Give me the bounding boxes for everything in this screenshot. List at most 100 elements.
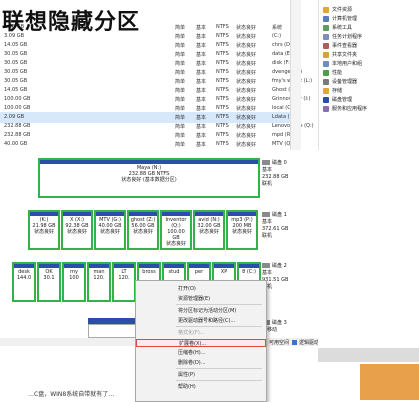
partition-block[interactable]: Maya (N:) 232.88 GB NTFS 状态良好 (基本数据分区) xyxy=(38,158,260,198)
tree-item[interactable]: 事件查看器 xyxy=(323,42,357,51)
table-scrollbar[interactable] xyxy=(290,0,301,150)
partition-header-bar xyxy=(164,264,184,268)
tree-item[interactable]: 设备管理器 xyxy=(323,78,357,87)
tree-item[interactable]: 存储 xyxy=(323,87,342,96)
volume-status: 状态良好 xyxy=(236,25,257,31)
disk-title: 磁盘 2 xyxy=(272,263,287,269)
context-menu-item[interactable]: 格式化(F)... xyxy=(136,329,266,337)
partition-line: 100.00 GB xyxy=(167,229,185,241)
partition-block[interactable]: desk 144.0 xyxy=(12,262,36,302)
partition-header-bar xyxy=(228,212,256,216)
partition-info: X (X:) 92.38 GB 状态良好 xyxy=(64,217,90,235)
partition-line: 100 xyxy=(69,275,79,281)
partition-line: 状态良好 xyxy=(198,229,219,235)
volume-type: 基本 xyxy=(196,97,207,103)
disk-type: 基本 xyxy=(262,270,273,276)
image-strip xyxy=(318,348,419,362)
volume-filesystem: NTFS xyxy=(216,24,229,30)
partition-block[interactable]: (K:) 21.98 GB 状态良好 xyxy=(28,210,60,250)
partition-info: LT 120. xyxy=(115,269,133,281)
tree-item[interactable]: 任务计划程序 xyxy=(323,33,362,42)
tree-item[interactable]: 性能 xyxy=(323,69,342,78)
volume-type: 基本 xyxy=(196,70,207,76)
volume-type: 基本 xyxy=(196,106,207,112)
partition-line: per xyxy=(194,269,204,275)
volume-name: 系统 xyxy=(272,25,283,31)
tree-item[interactable]: 系统工具 xyxy=(323,24,352,33)
menu-separator xyxy=(176,326,262,327)
partition-info: per xyxy=(190,269,208,275)
partition-block[interactable]: Inventor (Q:) 100.00 GB 状态良好 xyxy=(160,210,192,250)
volume-layout: 简单 xyxy=(175,88,186,94)
volume-layout: 简单 xyxy=(175,106,186,112)
partition-line: bross xyxy=(142,269,156,275)
legend-swatch xyxy=(292,340,297,345)
partition-header-bar xyxy=(195,212,223,216)
volume-capacity: 14.05 GB xyxy=(4,42,28,48)
tree-node-icon xyxy=(323,6,329,13)
disk-size: 232.88 GB xyxy=(262,174,289,180)
partition-info: desk 144.0 xyxy=(15,269,33,281)
tree-item-label: 共享文件夹 xyxy=(332,52,358,58)
volume-capacity: 232.88 GB xyxy=(4,123,31,129)
context-menu-item[interactable]: 属性(P) xyxy=(136,371,266,379)
volume-capacity: 30.05 GB xyxy=(4,69,28,75)
partition-line: 状态良好 xyxy=(99,229,120,235)
volume-filesystem: NTFS xyxy=(216,141,229,147)
context-menu-item[interactable]: 扩展卷(X)... xyxy=(136,339,266,347)
tree-node-icon xyxy=(323,105,329,112)
volume-status: 状态良好 xyxy=(236,61,257,67)
partition-line: 状态良好 xyxy=(66,229,87,235)
partition-block[interactable]: LT 120. xyxy=(112,262,136,302)
volume-filesystem: NTFS xyxy=(216,69,229,75)
volume-capacity: 2.09 GB xyxy=(4,114,25,120)
context-menu-item[interactable]: 打开(O) xyxy=(136,285,266,293)
disk-status: 联机 xyxy=(262,181,273,187)
partition-header-bar xyxy=(30,212,58,216)
volume-row[interactable]: 40.00 GB 简单 基本 NTFS 状态良好 MTV (Q:) xyxy=(0,139,300,150)
volume-layout: 简单 xyxy=(175,70,186,76)
context-menu-item[interactable]: 更改驱动器号和路径(C)... xyxy=(136,317,266,325)
partition-header-bar xyxy=(139,264,159,268)
volume-status: 状态良好 xyxy=(236,97,257,103)
tree-item[interactable]: 磁盘管理 xyxy=(323,96,352,105)
tree-item[interactable]: 服务和应用程序 xyxy=(323,105,367,114)
disk-status: 联机 xyxy=(262,284,273,290)
context-menu-item[interactable]: 压缩卷(H)... xyxy=(136,349,266,357)
partition-header-bar xyxy=(14,264,34,268)
volume-layout: 简单 xyxy=(175,43,186,49)
context-menu-item[interactable]: 帮助(H) xyxy=(136,383,266,391)
context-menu-item[interactable]: 将分区标记为活动分区(M) xyxy=(136,307,266,315)
partition-block[interactable]: man 120. xyxy=(87,262,111,302)
context-menu-item[interactable]: 删除卷(D)... xyxy=(136,359,266,367)
partition-block[interactable]: MTV (G:) 40.00 GB 状态良好 xyxy=(94,210,126,250)
volume-status: 状态良好 xyxy=(236,52,257,58)
volume-type: 基本 xyxy=(196,25,207,31)
partition-block[interactable]: OK 30.1 xyxy=(37,262,61,302)
partition-line: 状态良好 xyxy=(231,229,252,235)
volume-layout: 简单 xyxy=(175,34,186,40)
partition-block[interactable]: avid (N:) 32.00 GB 状态良好 xyxy=(193,210,225,250)
disk-type: 可移动 xyxy=(262,327,278,333)
tree-item-label: 磁盘管理 xyxy=(332,97,353,103)
tree-node-icon xyxy=(323,69,329,76)
partition-info: bross xyxy=(140,269,158,275)
context-menu-item[interactable]: 资源管理器(E) xyxy=(136,295,266,303)
menu-separator xyxy=(176,380,262,381)
tree-item[interactable]: 文件资源 xyxy=(323,6,352,15)
partition-block[interactable]: X (X:) 92.38 GB 状态良好 xyxy=(61,210,93,250)
partition-line: 状态良好 xyxy=(33,229,54,235)
tree-item[interactable]: 计算机管理 xyxy=(323,15,357,24)
volume-filesystem: NTFS xyxy=(216,96,229,102)
partition-block[interactable]: mp3 (P:) 200 MB 状态良好 xyxy=(226,210,258,250)
volume-status: 状态良好 xyxy=(236,106,257,112)
volume-capacity: 100.00 GB xyxy=(4,105,31,111)
volume-status: 状态良好 xyxy=(236,115,257,121)
partition-info: mp3 (P:) 200 MB 状态良好 xyxy=(229,217,255,235)
volume-layout: 简单 xyxy=(175,133,186,139)
tree-item[interactable]: 共享文件夹 xyxy=(323,51,357,60)
partition-block[interactable]: my 100 xyxy=(62,262,86,302)
partition-block[interactable]: ghost (Z:) 56.00 GB 状态良好 xyxy=(127,210,159,250)
volume-capacity: 30.05 GB xyxy=(4,51,28,57)
tree-item[interactable]: 本地用户和组 xyxy=(323,60,362,69)
